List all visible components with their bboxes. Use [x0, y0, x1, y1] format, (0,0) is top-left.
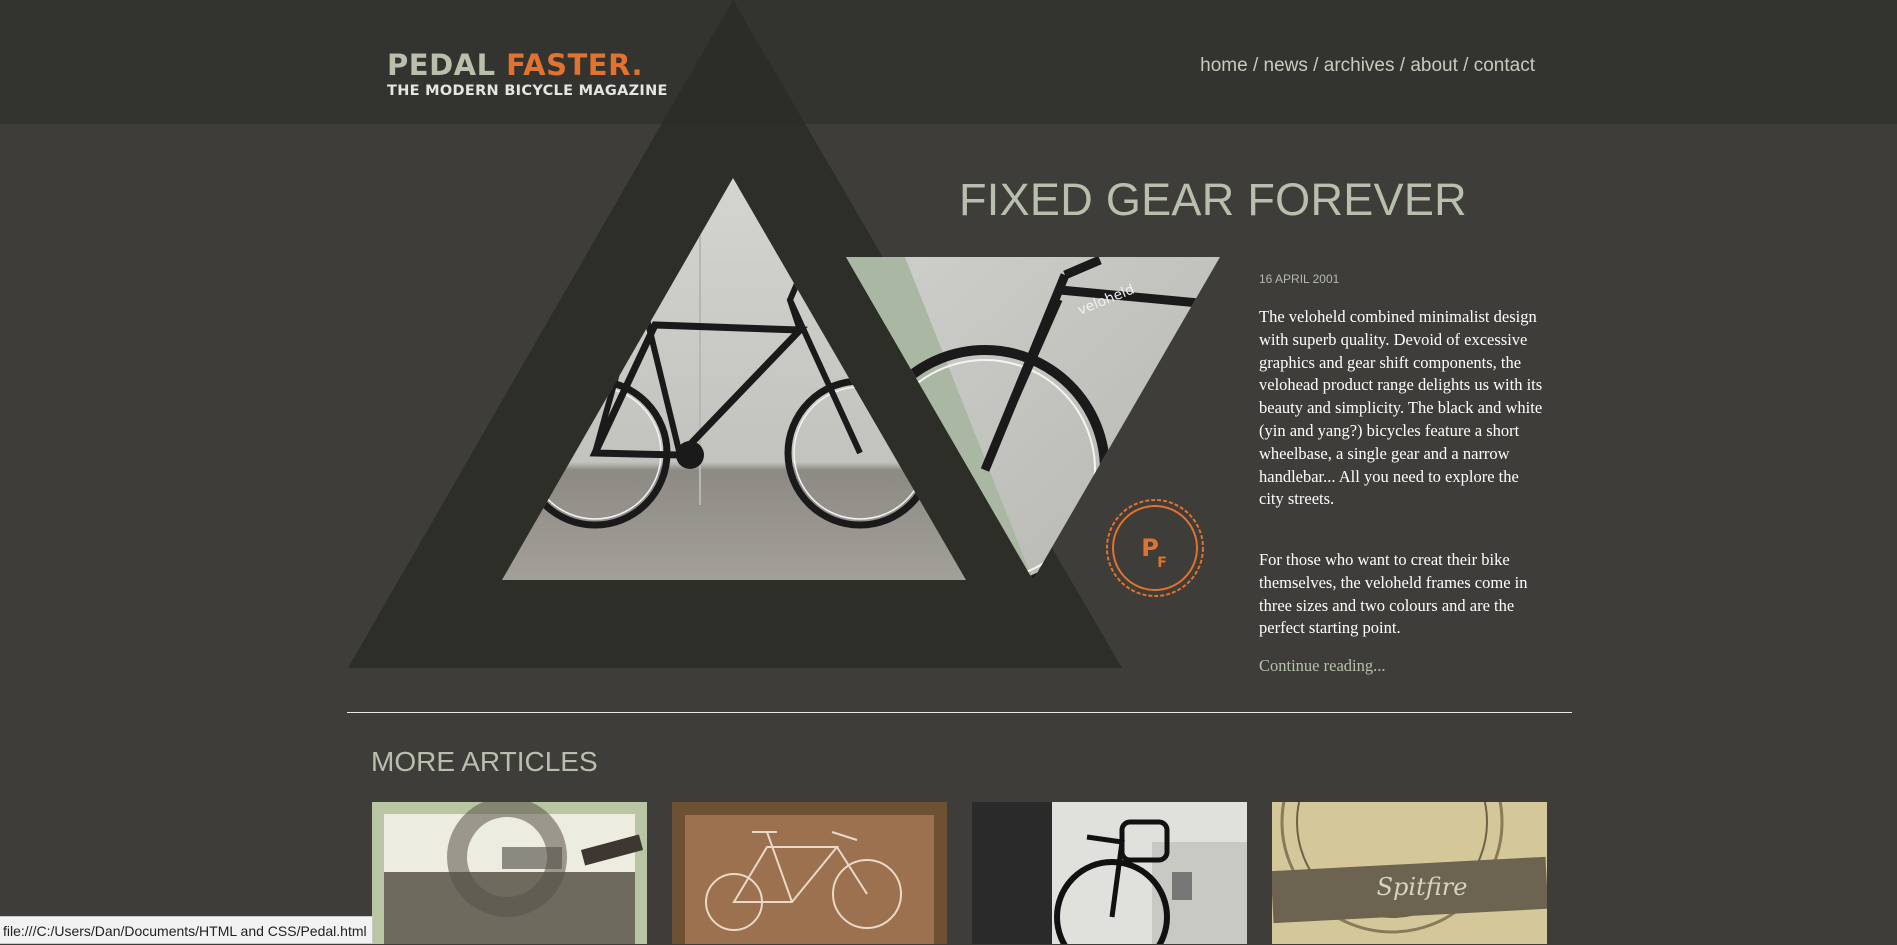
nav-separator: /	[1247, 55, 1264, 76]
article-paragraph-2: For those who want to creat their bike t…	[1259, 550, 1528, 638]
continue-reading-link[interactable]: Continue reading...	[1259, 656, 1385, 676]
nav-separator: /	[1457, 55, 1474, 76]
svg-text:P: P	[1141, 534, 1159, 562]
nav-separator: /	[1307, 55, 1324, 76]
article-thumbnail-3[interactable]	[972, 802, 1247, 944]
article-paragraph-1: The veloheld combined minimalist design …	[1259, 307, 1543, 509]
nav-news[interactable]: news	[1264, 55, 1308, 76]
pf-badge: P F	[1106, 499, 1204, 597]
article-thumbnail-1[interactable]	[372, 802, 647, 944]
site-logo[interactable]: PEDAL FASTER. THE MODERN BICYCLE MAGAZIN…	[387, 50, 668, 99]
logo-tagline: THE MODERN BICYCLE MAGAZINE	[387, 83, 668, 99]
nav-separator: /	[1394, 55, 1411, 76]
nav-home[interactable]: home	[1200, 55, 1248, 76]
section-divider	[347, 712, 1572, 713]
nav-about[interactable]: about	[1410, 55, 1458, 76]
hero-artwork: veloheld P F	[348, 0, 1220, 668]
article-date: 16 APRIL 2001	[1259, 272, 1340, 286]
svg-text:F: F	[1157, 555, 1167, 571]
logo-word-pedal: PEDAL	[387, 48, 496, 82]
nav-contact[interactable]: contact	[1474, 55, 1535, 76]
main-nav: home / news / archives / about / contact	[1100, 55, 1535, 77]
more-articles-heading: MORE ARTICLES	[371, 746, 598, 777]
logo-word-faster: FASTER.	[506, 48, 643, 82]
article-thumbnail-2[interactable]	[672, 802, 947, 944]
svg-text:Spitfire: Spitfire	[1377, 873, 1468, 901]
nav-archives[interactable]: archives	[1324, 55, 1395, 76]
article-thumbnail-4[interactable]: Spitfire	[1272, 802, 1547, 944]
article-title: FIXED GEAR FOREVER	[959, 174, 1467, 225]
browser-status-bar: file:///C:/Users/Dan/Documents/HTML and …	[0, 916, 373, 944]
